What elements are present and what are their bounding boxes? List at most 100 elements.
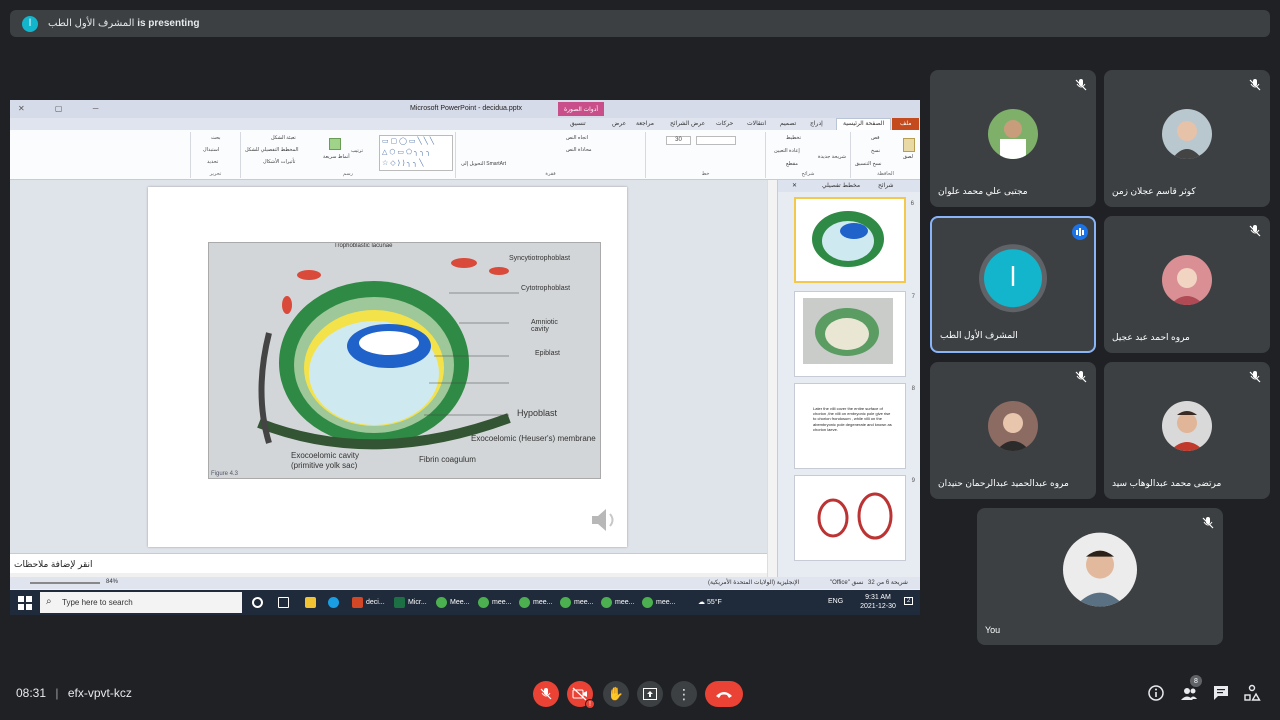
cut-button[interactable]: قص [871,135,880,141]
new-slide-button[interactable]: شريحة جديدة [818,154,846,160]
slide[interactable]: Trophoblastic lacunae Syncytiotrophoblas… [148,187,627,547]
taskbar-clock[interactable]: 9:31 AM 2021-12-30 [848,593,908,611]
cortana-icon[interactable] [252,593,266,612]
taskbar-app-meet[interactable]: mee... [519,593,552,612]
arrange-button[interactable]: ترتيب [351,148,363,154]
participant-name: كوثر قاسم عجلان زمن [1112,186,1196,196]
paste-icon[interactable] [903,138,915,152]
task-view-icon[interactable] [278,593,292,612]
zoom-slider[interactable] [30,582,100,584]
participant-name: المشرف الأول الطب [940,330,1018,340]
weather[interactable]: ☁ 55°F [698,598,722,606]
format-painter-button[interactable]: نسخ التنسيق [855,161,882,167]
slide-thumbnail[interactable]: 7 [794,291,915,377]
taskbar-app-meet[interactable]: Mee... [436,593,469,612]
picture-tools-tab[interactable]: أدوات الصورة [558,102,604,116]
section-button[interactable]: مقطع [786,161,798,167]
slide-scrollbar[interactable] [767,180,777,583]
thumbnail-text: Later the villi cover the entire surface… [813,406,892,432]
toggle-camera-button[interactable]: ! [567,681,595,709]
activities-icon[interactable] [1243,684,1261,702]
notification-center[interactable]: 2 [904,597,914,605]
people-button[interactable]: 8 [1180,675,1202,702]
quick-styles-button[interactable]: أنماط سريعة [323,154,350,160]
notes-pane[interactable]: انقر لإضافة ملاحظات [10,553,767,573]
participant-name: You [985,625,1001,635]
speaker-icon[interactable] [588,505,618,535]
taskbar-app-meet[interactable]: mee... [478,593,511,612]
shape-fill-button[interactable]: تعبئة الشكل [271,135,296,141]
layout-button[interactable]: تخطيط [786,135,801,141]
text-direction-button[interactable]: اتجاه النص [566,135,588,141]
taskbar-search[interactable]: ⌕ Type here to search [40,592,242,613]
toggle-mic-button[interactable] [533,681,559,707]
group-clipboard: لصق قص نسخ نسخ التنسيق الحافظة [850,132,920,178]
participant-tile[interactable]: مروه احمد عبد عجيل [1104,216,1270,353]
taskbar-app-powerpoint[interactable]: deci... [352,593,385,612]
shapes-gallery[interactable]: ▭ ▢ ◯ ▭ ╲ ╲ ╲ △ ⬡ ▭ ⬠ ╮ ╮ ╮ ☆ ◇ ⟩ ⟩ ╮ ╮ ╲ [379,135,453,171]
tab-design[interactable]: تصميم [780,120,796,127]
self-tile[interactable]: You [977,508,1223,645]
taskbar-app-meet[interactable]: mee... [560,593,593,612]
slide-picture[interactable]: Trophoblastic lacunae Syncytiotrophoblas… [208,242,601,479]
leave-call-button[interactable] [705,681,743,707]
present-now-button[interactable] [637,681,663,707]
reset-button[interactable]: إعادة التعيين [774,148,800,154]
slides-panel: شرائح مخطط تفصيلي ✕ 6 7 8 Later the vill… [777,180,920,583]
tab-format[interactable]: تنسيق [570,120,586,127]
edge-icon[interactable] [328,593,342,612]
meeting-details-icon[interactable] [1147,684,1165,702]
participant-tile-active[interactable]: ا المشرف الأول الطب [930,216,1096,353]
tab-home[interactable]: الصفحة الرئيسية [836,118,892,130]
chat-icon[interactable] [1212,684,1230,702]
excel-icon [394,597,405,608]
tab-slideshow[interactable]: عرض الشرائح [670,120,705,127]
align-text-button[interactable]: محاذاة النص [566,147,592,153]
font-size-box[interactable]: 30 [666,136,691,145]
find-button[interactable]: بحث [211,135,221,141]
chrome-icon [478,597,489,608]
file-explorer-icon[interactable] [305,593,319,612]
tab-view[interactable]: عرض [612,120,626,127]
meeting-code[interactable]: efx-vpvt-kcz [68,686,132,700]
raise-hand-button[interactable]: ✋ [603,681,629,707]
participant-tile[interactable]: مجتبى علي محمد علوان [930,70,1096,207]
quick-styles-icon[interactable] [329,138,341,150]
slide-counter: شريحة 6 من 32 [868,580,908,586]
windows-start-icon[interactable] [18,596,32,610]
label-epiblast: Epiblast [535,350,560,357]
slide-number: 8 [911,386,915,392]
smartart-button[interactable]: التحويل إلى SmartArt [461,161,506,167]
tab-outline-panel[interactable]: مخطط تفصيلي [822,182,860,189]
more-options-button[interactable]: ⋮ [671,681,697,707]
hang-up-icon [716,692,732,698]
paste-label[interactable]: لصق [903,154,913,160]
participant-tile[interactable]: مروه عبدالحميد عبدالرحمان حنيدان [930,362,1096,499]
powerpoint-statusbar: شريحة 6 من 32 "Office" نسق الإنجليزية (ا… [10,577,920,589]
input-language[interactable]: ENG [828,598,843,605]
zoom-level[interactable]: 84% [106,579,118,585]
shape-outline-button[interactable]: المخطط التفصيلي للشكل [245,147,298,153]
ribbon: لصق قص نسخ نسخ التنسيق الحافظة شريحة جدي… [10,130,920,180]
participant-tile[interactable]: كوثر قاسم عجلان زمن [1104,70,1270,207]
taskbar-app-meet[interactable]: mee... [642,593,675,612]
tab-file[interactable]: ملف [892,118,920,130]
slide-thumbnail[interactable]: 9 [794,475,915,561]
select-button[interactable]: تحديد [207,159,218,165]
font-name-box[interactable] [696,136,736,145]
copy-button[interactable]: نسخ [871,148,880,154]
slide-thumbnail[interactable]: 6 [794,197,914,283]
slide-thumbnail[interactable]: 8 Later the villi cover the entire surfa… [794,383,915,469]
window-controls[interactable]: ✕ ▢ ─ [18,104,112,113]
tab-review[interactable]: مراجعة [636,120,654,127]
taskbar-app-excel[interactable]: Micr... [394,593,427,612]
taskbar-app-meet[interactable]: mee... [601,593,634,612]
participant-tile[interactable]: مرتضى محمد عبدالوهاب سيد [1104,362,1270,499]
replace-button[interactable]: استبدال [203,147,219,153]
shape-effects-button[interactable]: تأثيرات الأشكال [263,159,295,165]
tab-animations[interactable]: حركات [716,120,733,127]
tab-insert[interactable]: إدراج [810,120,823,127]
close-panel-icon[interactable]: ✕ [792,182,797,189]
tab-slides-panel[interactable]: شرائح [878,182,894,189]
tab-transitions[interactable]: انتقالات [747,120,766,127]
